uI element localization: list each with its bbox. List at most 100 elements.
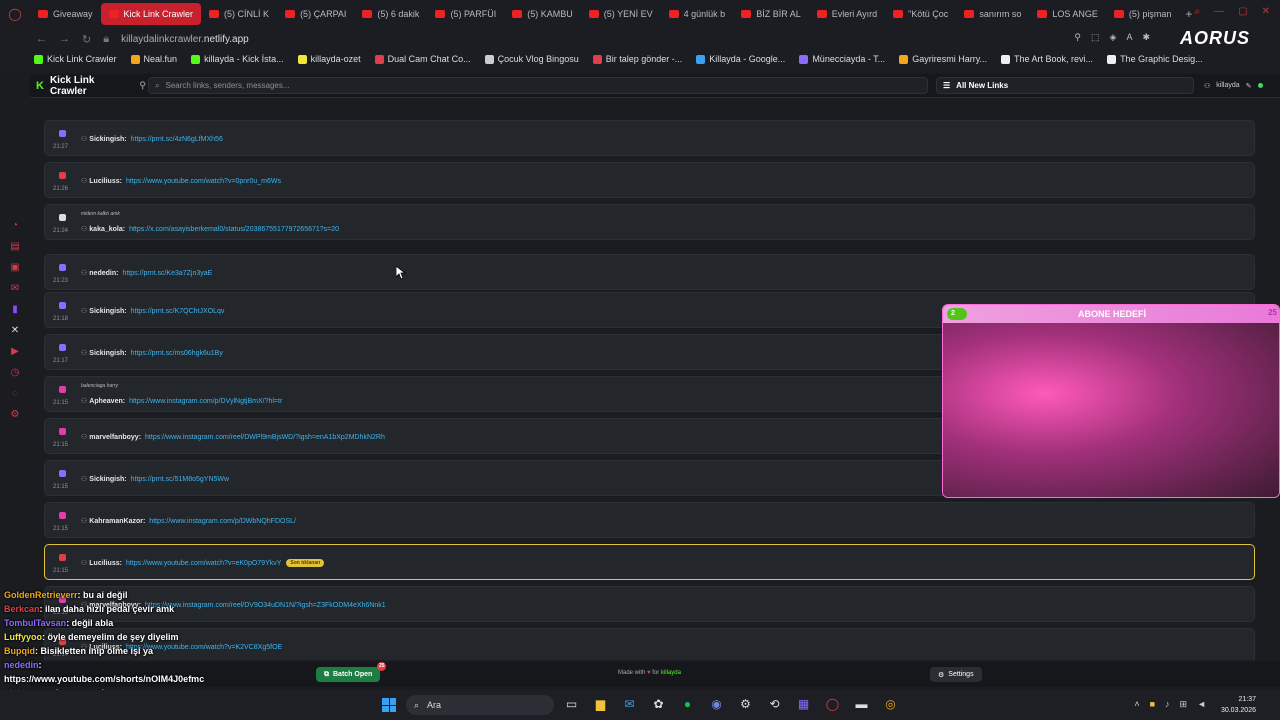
browser-tab[interactable]: Evleri Ayırd [809, 3, 885, 25]
chrome-icon[interactable]: ◎ [881, 695, 900, 714]
start-button-icon[interactable] [382, 698, 396, 712]
bookmark-item[interactable]: Kick Link Crawler [34, 54, 117, 64]
row-link[interactable]: https://www.instagram.com/reel/DWPl9mBjs… [145, 434, 385, 441]
new-tab-icon[interactable]: + [1185, 7, 1192, 21]
lock-icon[interactable]: 🔒︎ [103, 33, 109, 46]
extensions-icon[interactable]: ✱ [1142, 32, 1150, 43]
forward-icon[interactable]: → [59, 33, 70, 45]
row-link[interactable]: https://www.instagram.com/p/DWbNQhFDOSL/ [149, 518, 296, 525]
link-row[interactable]: 21:24 midem kalktı amk ⚇ kaka_kola: https://… [44, 204, 1255, 240]
maximize-icon[interactable]: ▢ [1238, 6, 1247, 17]
terminal-icon[interactable]: ▬ [852, 695, 871, 714]
browser-tab[interactable]: "Kötü Çoc [885, 3, 956, 25]
bookmark-item[interactable]: Çocuk Vlog Bingosu [484, 54, 579, 64]
tray-chevron-icon[interactable]: ˄ [1134, 699, 1139, 710]
search-placeholder: Search links, senders, messages... [165, 81, 290, 90]
browser-tab[interactable]: sanırım so [956, 3, 1029, 25]
opera-gx-icon[interactable]: ◯ [823, 695, 842, 714]
screenshot-icon[interactable]: ⬚ [1091, 32, 1100, 43]
settings-icon[interactable]: ⚙ [9, 409, 21, 421]
chat-username: nededin [4, 660, 39, 670]
browser-tab[interactable]: (5) CİNLİ K [201, 3, 277, 25]
browser-tab[interactable]: Kick Link Crawler [100, 3, 202, 25]
browser-tab[interactable]: Giveaway [30, 3, 101, 25]
bookmark-item[interactable]: Münecciayda - T... [799, 54, 885, 64]
twitch-icon[interactable]: ▮ [9, 304, 21, 316]
mic-icon[interactable]: ♪ [1165, 699, 1170, 710]
webcam-overlay: 2 ABONE HEDEFİ 25 [942, 304, 1280, 498]
volume-icon[interactable]: ◄ [1197, 699, 1206, 710]
browser-tab[interactable]: (5) ÇARPAI [277, 3, 354, 25]
app-icon[interactable]: ⟲ [765, 695, 784, 714]
minimize-icon[interactable]: — [1214, 6, 1224, 17]
bookmark-item[interactable]: Killayda - Google... [696, 54, 785, 64]
search-tabs-icon[interactable]: ⌕ [1195, 6, 1201, 17]
user-icon: ⚇ [81, 308, 88, 315]
grid-app-icon[interactable]: ▦ [794, 695, 813, 714]
mail-icon[interactable]: ✉ [9, 283, 21, 295]
bookmark-item[interactable]: Dual Cam Chat Co... [374, 54, 471, 64]
browser-tab[interactable]: (5) pişman [1106, 3, 1180, 25]
bookmark-item[interactable]: killayda-ozet [297, 54, 361, 64]
taskbar-search[interactable]: ⌕ Ara [406, 695, 554, 715]
link-row[interactable]: 21:27 ⚇ Sickingish: https://prnt.sc/4zN6gLf… [44, 120, 1255, 156]
chat-icon[interactable]: ◌ [9, 388, 21, 400]
row-link[interactable]: https://prnt.sc/4zN6gLfMXh56 [131, 136, 223, 143]
wallet-icon[interactable]: ▤ [9, 241, 21, 253]
link-row[interactable]: 21:15 ⚇ Luciliuss: https://www.youtube.com/… [44, 544, 1255, 580]
discord-icon[interactable]: ◉ [707, 695, 726, 714]
message-icon[interactable]: ▣ [9, 262, 21, 274]
browser-tab[interactable]: (5) YENİ EV [581, 3, 661, 25]
close-icon[interactable]: ✕ [1262, 6, 1270, 17]
x-icon[interactable]: ✕ [9, 325, 21, 337]
bookmark-item[interactable]: killayda - Kick İsta... [191, 54, 284, 64]
browser-logo-icon[interactable]: ◯ [0, 7, 30, 21]
link-row[interactable]: 21:23 ⚇ nededin: https://prnt.sc/Ke3a7Zjn3y… [44, 254, 1255, 290]
history-icon[interactable]: ◔ [9, 220, 21, 232]
link-row[interactable]: 21:26 ⚇ Luciliuss: https://www.youtube.com/… [44, 162, 1255, 198]
pin-icon[interactable]: ⚲ [139, 80, 146, 91]
bookmark-item[interactable]: Neal.fun [130, 54, 177, 64]
spotify-icon[interactable]: ● [678, 695, 697, 714]
browser-tab[interactable]: BİZ BİR AL [733, 3, 809, 25]
reload-icon[interactable]: ↻ [82, 33, 91, 46]
task-view-icon[interactable]: ▭ [562, 695, 581, 714]
row-link[interactable]: https://prnt.sc/Ke3a7Zjn3yaE [122, 270, 212, 277]
translate-icon[interactable]: A [1126, 32, 1132, 43]
pin-icon[interactable]: ⚲ [1074, 32, 1081, 43]
edit-icon[interactable]: ✎ [1246, 82, 1252, 90]
back-icon[interactable]: ← [36, 33, 47, 45]
browser-tab[interactable]: (5) KAMBU [504, 3, 581, 25]
player-icon[interactable]: ▶ [9, 346, 21, 358]
row-link[interactable]: https://www.youtube.com/watch?v=eK0pO79Y… [126, 560, 281, 567]
steam-icon[interactable]: ⚙ [736, 695, 755, 714]
bookmark-item[interactable]: The Graphic Desig... [1107, 54, 1203, 64]
link-row[interactable]: 21:15 ⚇ KahramanKazor: https://www.instagra… [44, 502, 1255, 538]
browser-tab[interactable]: (5) 6 dakik [354, 3, 427, 25]
row-link[interactable]: https://prnt.sc/51M8o5gYN5Ww [131, 476, 229, 483]
settings-button[interactable]: ⚙ Settings [930, 667, 982, 682]
batch-open-button[interactable]: ⧉ Batch Open 25 [316, 662, 387, 682]
row-link[interactable]: https://x.com/asayisberkemal0/status/203… [129, 226, 339, 233]
browser-tab[interactable]: LOS ANGE [1029, 3, 1106, 25]
row-link[interactable]: https://www.instagram.com/p/DVylNgtjBmX/… [129, 398, 282, 405]
row-link[interactable]: https://prnt.sc/K7QChtJXOLqv [131, 308, 225, 315]
filter-select[interactable]: ☰ All New Links [936, 77, 1194, 94]
chatgpt-icon[interactable]: ✿ [649, 695, 668, 714]
row-link[interactable]: https://www.youtube.com/watch?v=0pnr0u_m… [126, 178, 281, 185]
browser-tab[interactable]: (5) PARFÜI [427, 3, 504, 25]
browser-tab[interactable]: 4 günlük b [661, 3, 734, 25]
clock-icon[interactable]: ◷ [9, 367, 21, 379]
url-field[interactable]: killaydalinkcrawler.netlify.app [121, 34, 249, 45]
bookmark-item[interactable]: Bir talep gönder -... [592, 54, 682, 64]
bookmark-item[interactable]: Gayriresmi Harry... [899, 54, 987, 64]
network-icon[interactable]: ⊞ [1180, 699, 1188, 710]
file-explorer-icon[interactable]: ▆ [591, 695, 610, 714]
tray-app-icon[interactable]: ■ [1150, 699, 1155, 710]
outlook-icon[interactable]: ✉ [620, 695, 639, 714]
taskbar-clock[interactable]: 21:37 30.03.2026 [1221, 694, 1256, 716]
shield-icon[interactable]: ◈ [1110, 32, 1117, 43]
bookmark-item[interactable]: The Art Book, revi... [1001, 54, 1093, 64]
row-link[interactable]: https://prnt.sc/ms06hgk6u1By [131, 350, 223, 357]
search-input[interactable]: ⌕ Search links, senders, messages... [148, 77, 928, 94]
